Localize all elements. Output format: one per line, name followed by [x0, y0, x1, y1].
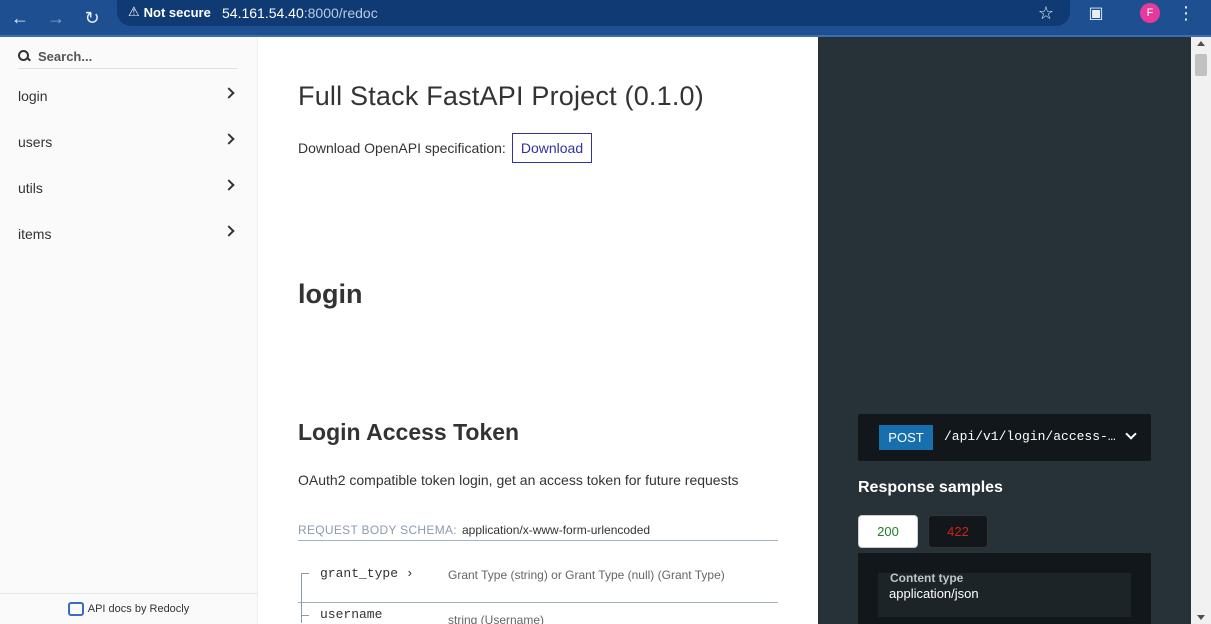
sidebar-item-utils[interactable]: utils — [0, 165, 257, 211]
security-label: Not secure — [143, 4, 211, 20]
sidebar-item-label: items — [18, 226, 52, 242]
chevron-right-icon — [223, 179, 235, 191]
sidebar-item-login[interactable]: login — [0, 73, 257, 119]
field-description: Grant Type (string) or Grant Type (null)… — [448, 568, 725, 582]
field-name-username: username — [320, 607, 383, 622]
url-host: 54.161.54.40 — [222, 5, 304, 21]
sidebar-item-users[interactable]: users — [0, 119, 257, 165]
page-scrollbar[interactable] — [1191, 37, 1211, 624]
back-icon[interactable]: ← — [6, 4, 34, 32]
menu-kebab-icon[interactable]: ⋮ — [1172, 0, 1200, 27]
operation-description: OAuth2 compatible token login, get an ac… — [298, 472, 739, 488]
endpoint-selector[interactable]: POST /api/v1/login/access-… — [858, 414, 1151, 461]
schema-content-type: application/x-www-form-urlencoded — [462, 523, 651, 537]
operation-title: Login Access Token — [298, 419, 520, 445]
profile-avatar[interactable]: F — [1140, 3, 1160, 23]
chevron-right-icon — [223, 133, 235, 145]
tree-tick — [301, 615, 309, 616]
redocly-logo-icon — [67, 602, 84, 616]
tree-line — [301, 573, 309, 603]
endpoint-path: /api/v1/login/access-… — [944, 429, 1116, 444]
section-title-login: login — [298, 279, 363, 309]
search-input[interactable] — [38, 49, 228, 64]
sidebar-item-label: utils — [18, 180, 43, 196]
bookmark-star-icon[interactable]: ☆ — [1032, 0, 1060, 27]
content-type-value: application/json — [889, 586, 979, 601]
reload-icon[interactable]: ↻ — [78, 4, 106, 32]
browser-toolbar: ← → ↻ ⚠ Not secure 54.161.54.40:8000/red… — [0, 0, 1211, 37]
content-type-label: Content type — [890, 571, 964, 585]
main-content: Full Stack FastAPI Project (0.1.0) Downl… — [258, 37, 818, 624]
response-sample-body: Content type application/json — [858, 553, 1151, 624]
response-samples-title: Response samples — [858, 479, 1003, 496]
response-tab-422[interactable]: 422 — [928, 515, 988, 548]
tree-tick — [301, 573, 309, 574]
scroll-thumb[interactable] — [1195, 54, 1207, 76]
scroll-down-arrow-icon[interactable] — [1197, 615, 1205, 620]
chevron-right-icon — [223, 87, 235, 99]
http-method-badge: POST — [879, 425, 933, 450]
download-spec-label: Download OpenAPI specification: — [298, 140, 506, 156]
url-text[interactable]: 54.161.54.40:8000/redoc — [222, 5, 378, 21]
sidebar-item-items[interactable]: items — [0, 211, 257, 257]
extensions-icon[interactable]: ▣ — [1082, 0, 1110, 27]
search-icon — [18, 49, 32, 64]
search-box — [18, 45, 237, 69]
scroll-up-arrow-icon[interactable] — [1197, 41, 1205, 46]
field-name-grant-type[interactable]: grant_type › — [320, 566, 414, 581]
redocly-footer-link[interactable]: API docs by Redocly — [0, 593, 257, 624]
schema-field-row: username string (Username) — [298, 603, 778, 624]
field-description: string (Username) — [448, 613, 545, 624]
request-body-schema-header: REQUEST BODY SCHEMA: application/x-www-f… — [298, 522, 778, 541]
schema-label: REQUEST BODY SCHEMA: — [298, 523, 457, 537]
sidebar: login users utils items API docs by Redo… — [0, 37, 258, 624]
response-tab-200[interactable]: 200 — [858, 515, 918, 548]
chevron-right-icon — [223, 225, 235, 237]
sidebar-item-label: login — [18, 88, 48, 104]
chevron-down-icon — [1125, 428, 1137, 440]
download-button[interactable]: Download — [512, 133, 592, 163]
security-indicator[interactable]: ⚠ Not secure — [128, 4, 211, 20]
sidebar-item-label: users — [18, 134, 53, 150]
forward-icon[interactable]: → — [42, 4, 70, 32]
content-type-select[interactable]: Content type application/json — [878, 571, 1131, 617]
samples-panel: POST /api/v1/login/access-… Response sam… — [818, 37, 1191, 624]
warning-icon: ⚠ — [128, 4, 140, 19]
tree-line — [301, 603, 309, 623]
url-path: :8000/redoc — [303, 5, 378, 21]
redocly-footer-label: API docs by Redocly — [87, 603, 190, 615]
page-title: Full Stack FastAPI Project (0.1.0) — [298, 81, 704, 111]
schema-field-row: grant_type › Grant Type (string) or Gran… — [298, 557, 778, 603]
